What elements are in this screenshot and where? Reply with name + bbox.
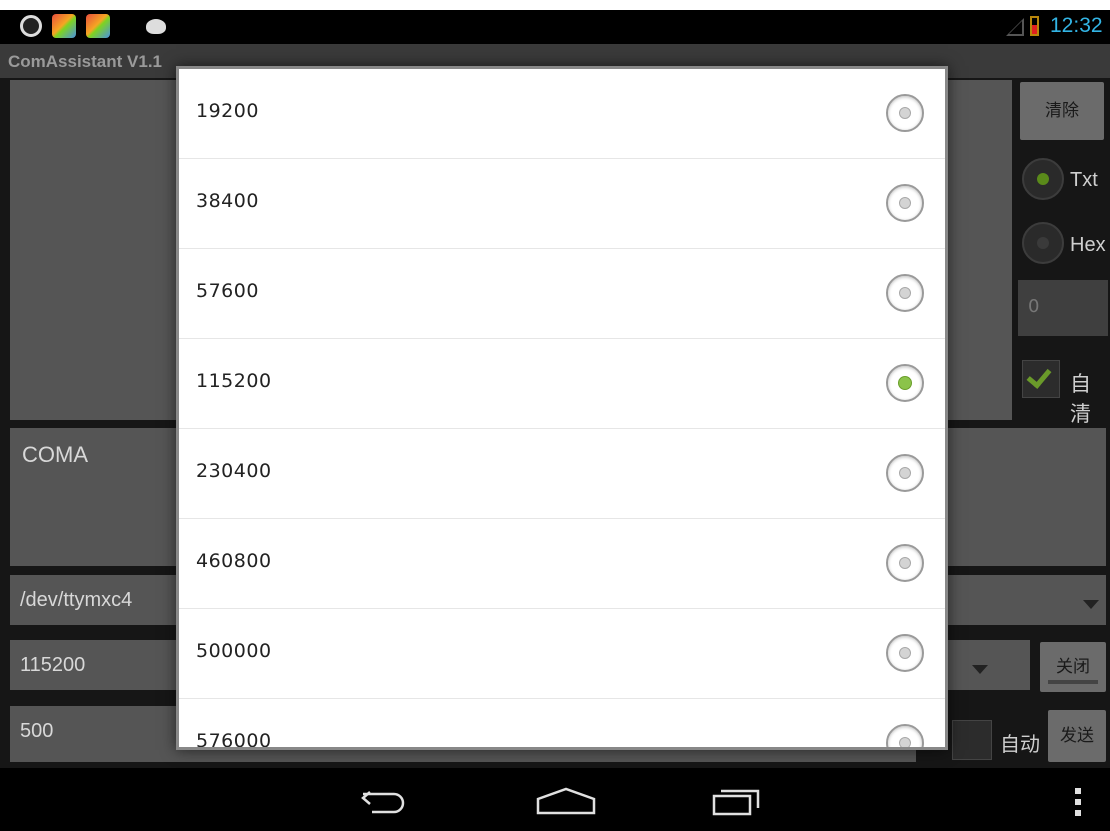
radio-unselected-icon[interactable] bbox=[886, 634, 924, 672]
baud-spinner-value: 115200 bbox=[20, 654, 86, 676]
navigation-bar bbox=[0, 768, 1110, 831]
hex-radio-label: Hex bbox=[1070, 234, 1106, 256]
baud-option-label: 460800 bbox=[196, 550, 272, 572]
baud-option-label: 230400 bbox=[196, 460, 272, 482]
baud-option-row[interactable]: 460800 bbox=[179, 519, 945, 609]
home-icon[interactable] bbox=[534, 786, 598, 816]
back-icon[interactable] bbox=[360, 786, 410, 816]
app-title: ComAssistant V1.1 bbox=[8, 52, 162, 71]
baud-option-row[interactable]: 115200 bbox=[179, 339, 945, 429]
radio-selected-icon[interactable] bbox=[886, 364, 924, 402]
overflow-menu-icon[interactable] bbox=[1068, 786, 1088, 818]
hex-radio[interactable] bbox=[1022, 222, 1064, 264]
device-screen: 12:32 ComAssistant V1.1 清除 Txt Hex 0 自清 … bbox=[0, 10, 1110, 831]
autoclear-label: 自清 bbox=[1070, 373, 1091, 426]
radio-unselected-icon[interactable] bbox=[886, 274, 924, 312]
auto-send-label: 自动 bbox=[1000, 734, 1040, 756]
clear-button[interactable]: 清除 bbox=[1020, 82, 1104, 140]
alarm-icon bbox=[20, 15, 42, 37]
port-spinner-value: /dev/ttymxc4 bbox=[20, 589, 133, 611]
baud-option-label: 500000 bbox=[196, 640, 272, 662]
baud-option-row[interactable]: 500000 bbox=[179, 609, 945, 699]
interval-value: 500 bbox=[20, 720, 54, 742]
dropdown-arrow-icon bbox=[1083, 600, 1099, 609]
baud-rate-dialog: 19200 38400 57600 115200 230400 460800 500000 5… bbox=[176, 66, 948, 750]
baud-option-label: 57600 bbox=[196, 280, 259, 302]
recent-apps-icon[interactable] bbox=[710, 786, 764, 816]
baud-option-label: 115200 bbox=[196, 370, 272, 392]
baud-option-row[interactable]: 230400 bbox=[179, 429, 945, 519]
baud-option-row[interactable]: 57600 bbox=[179, 249, 945, 339]
baud-option-label: 38400 bbox=[196, 190, 259, 212]
radio-unselected-icon[interactable] bbox=[886, 454, 924, 492]
send-button[interactable]: 发送 bbox=[1048, 710, 1106, 762]
baud-option-list: 19200 38400 57600 115200 230400 460800 500000 5… bbox=[179, 69, 945, 750]
toggle-indicator bbox=[1048, 680, 1098, 684]
txt-radio[interactable] bbox=[1022, 158, 1064, 200]
auto-send-checkbox[interactable] bbox=[952, 720, 992, 760]
app-icon bbox=[52, 14, 76, 38]
txt-radio-label: Txt bbox=[1070, 169, 1098, 191]
app-icon bbox=[86, 14, 110, 38]
radio-unselected-icon[interactable] bbox=[886, 94, 924, 132]
radio-unselected-icon[interactable] bbox=[886, 184, 924, 222]
dropdown-arrow-icon bbox=[972, 665, 988, 674]
check-icon bbox=[1026, 363, 1052, 389]
radio-unselected-icon[interactable] bbox=[886, 544, 924, 582]
close-port-button[interactable]: 关闭 bbox=[1040, 642, 1106, 692]
android-icon bbox=[146, 19, 166, 34]
status-bar: 12:32 bbox=[0, 10, 1110, 44]
autoclear-checkbox[interactable] bbox=[1022, 360, 1060, 398]
baud-option-label: 576000 bbox=[196, 730, 272, 750]
radio-unselected-icon[interactable] bbox=[886, 724, 924, 747]
count-field[interactable]: 0 bbox=[1018, 280, 1108, 336]
battery-icon bbox=[1030, 16, 1039, 36]
baud-option-row[interactable]: 19200 bbox=[179, 69, 945, 159]
baud-option-row[interactable]: 576000 bbox=[179, 699, 945, 750]
close-port-label: 关闭 bbox=[1056, 657, 1090, 677]
signal-icon bbox=[1006, 18, 1024, 36]
baud-option-label: 19200 bbox=[196, 100, 259, 122]
status-time: 12:32 bbox=[1050, 14, 1103, 37]
baud-option-row[interactable]: 38400 bbox=[179, 159, 945, 249]
